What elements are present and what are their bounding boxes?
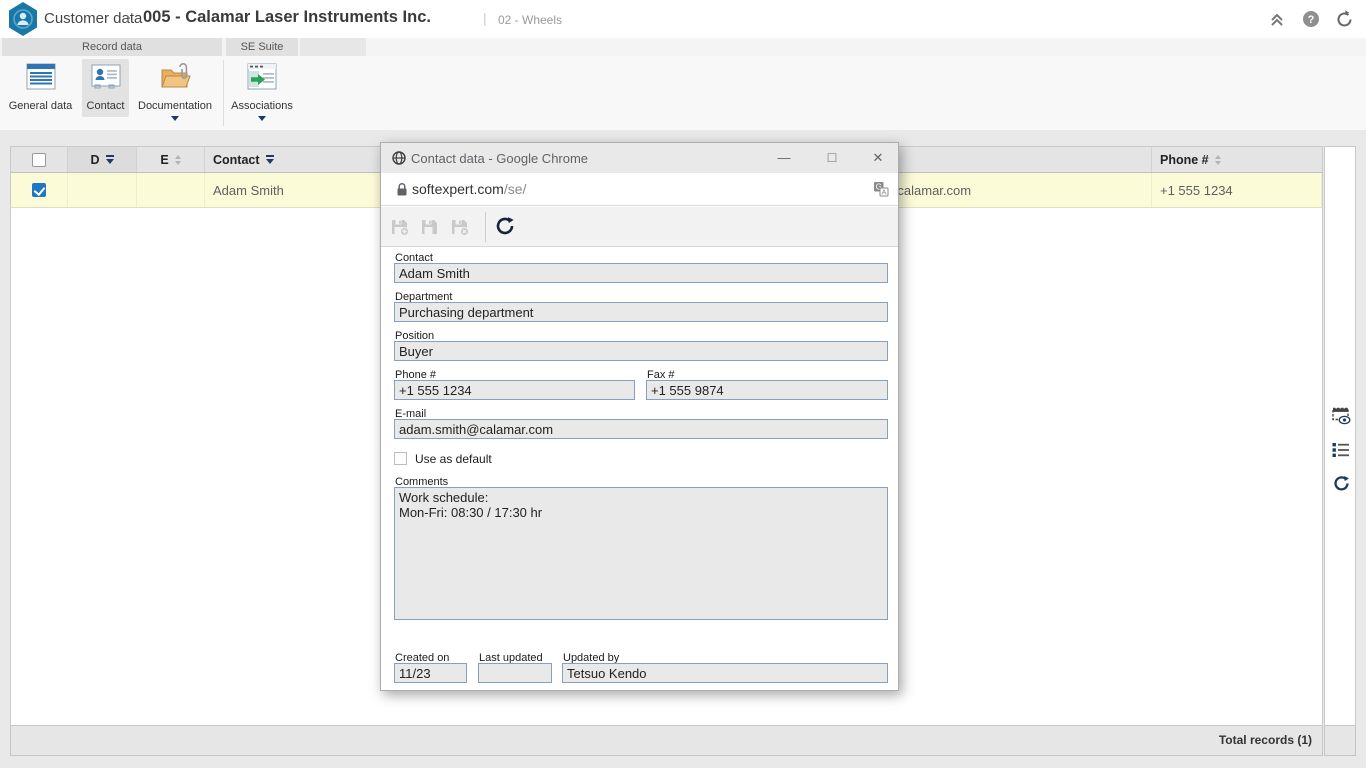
- list-view-icon[interactable]: [1332, 442, 1350, 463]
- select-all-checkbox[interactable]: [32, 153, 46, 167]
- ribbon-toolbar: General data Contact: [0, 56, 1366, 130]
- refresh-page-icon[interactable]: [1335, 10, 1355, 30]
- associations-button[interactable]: Associations: [227, 59, 297, 117]
- contact-data-popup: Contact data - Google Chrome — □ ✕ softe…: [380, 142, 899, 691]
- ribbon-group-divider: [223, 60, 224, 126]
- row-checkbox[interactable]: [32, 183, 46, 197]
- column-header-phone[interactable]: Phone #: [1152, 147, 1322, 172]
- refresh-list-icon[interactable]: [1332, 474, 1351, 498]
- select-all-header-cell: [11, 147, 68, 172]
- updated-by-field[interactable]: [562, 663, 888, 683]
- last-updated-field[interactable]: [478, 663, 552, 683]
- associations-menu-caret-icon[interactable]: [258, 116, 266, 121]
- documentation-button[interactable]: Documentation: [132, 59, 218, 117]
- save-and-close-button[interactable]: [450, 217, 470, 237]
- save-button[interactable]: [420, 217, 440, 237]
- lock-icon: [396, 182, 408, 202]
- comments-field[interactable]: Work schedule: Mon-Fri: 08:30 / 17:30 hr: [394, 487, 888, 620]
- column-header-e[interactable]: E: [137, 147, 205, 172]
- close-button[interactable]: ✕: [861, 143, 895, 173]
- view-record-data-icon[interactable]: [1332, 407, 1351, 430]
- toolbar-divider: [485, 212, 486, 242]
- row-d-cell: [68, 173, 137, 207]
- side-toolbar-footer: [1324, 726, 1356, 756]
- popup-toolbar: [381, 207, 898, 247]
- help-icon[interactable]: ?: [1302, 10, 1322, 30]
- svg-text:A: A: [881, 188, 886, 197]
- sort-desc-icon: [106, 155, 114, 164]
- general-data-button[interactable]: General data: [2, 59, 79, 117]
- table-footer: Total records (1): [10, 726, 1323, 756]
- collapse-ribbon-icon[interactable]: [1268, 10, 1288, 30]
- sort-desc-icon: [266, 155, 274, 164]
- sort-idle-icon: [175, 155, 181, 165]
- tab-spacer: [300, 38, 366, 56]
- popup-title: Contact data - Google Chrome: [411, 151, 588, 166]
- popup-refresh-button[interactable]: [494, 215, 514, 235]
- email-field[interactable]: [394, 419, 888, 439]
- department-field[interactable]: [394, 302, 888, 322]
- top-header: Customer data › 005 - Calamar Laser Inst…: [0, 0, 1366, 38]
- row-e-cell: [137, 173, 205, 207]
- phone-field[interactable]: [394, 380, 635, 400]
- documentation-icon: [132, 63, 218, 95]
- sort-idle-icon: [1215, 155, 1221, 165]
- general-data-label: General data: [2, 100, 79, 112]
- tab-se-suite[interactable]: SE Suite: [226, 38, 298, 56]
- translate-icon[interactable]: G A: [873, 181, 889, 202]
- popup-address-bar[interactable]: softexpert.com/se/ G A: [381, 173, 898, 206]
- contact-field[interactable]: [394, 263, 888, 283]
- url-domain: softexpert.com: [412, 181, 504, 197]
- save-and-new-button[interactable]: [390, 217, 410, 237]
- ribbon-tab-row: Record data SE Suite: [0, 38, 1366, 56]
- column-header-d[interactable]: D: [68, 147, 137, 172]
- general-data-icon: [2, 63, 79, 95]
- row-phone-cell: +1 555 1234: [1152, 173, 1322, 207]
- contact-label: Contact: [82, 100, 129, 112]
- app-logo-icon: [7, 2, 39, 41]
- url-text: softexpert.com/se/: [412, 181, 526, 197]
- associations-icon: [227, 63, 297, 95]
- associations-label: Associations: [227, 100, 297, 112]
- maximize-button[interactable]: □: [815, 143, 849, 173]
- side-toolbar: [1324, 146, 1356, 726]
- tab-record-data[interactable]: Record data: [2, 38, 222, 56]
- svg-text:?: ?: [1308, 14, 1315, 26]
- url-path: /se/: [504, 181, 527, 197]
- page-title: 005 - Calamar Laser Instruments Inc.: [143, 8, 431, 27]
- created-on-field[interactable]: [394, 663, 467, 683]
- page-subtitle: 02 - Wheels: [498, 13, 562, 27]
- globe-icon: [392, 151, 406, 170]
- contact-button[interactable]: Contact: [82, 59, 129, 117]
- documentation-menu-caret-icon[interactable]: [171, 116, 179, 121]
- minimize-button[interactable]: —: [767, 143, 801, 173]
- use-as-default-label: Use as default: [415, 452, 492, 466]
- row-select-cell: [11, 173, 68, 207]
- contact-icon: [82, 63, 129, 95]
- application-window: Customer data › 005 - Calamar Laser Inst…: [0, 0, 1366, 768]
- breadcrumb-chevron-icon: ›: [126, 9, 131, 26]
- use-as-default-checkbox[interactable]: [394, 452, 407, 465]
- position-field[interactable]: [394, 341, 888, 361]
- title-divider: |: [483, 10, 487, 26]
- popup-titlebar[interactable]: Contact data - Google Chrome — □ ✕: [381, 143, 898, 173]
- documentation-label: Documentation: [132, 100, 218, 112]
- fax-field[interactable]: [646, 380, 888, 400]
